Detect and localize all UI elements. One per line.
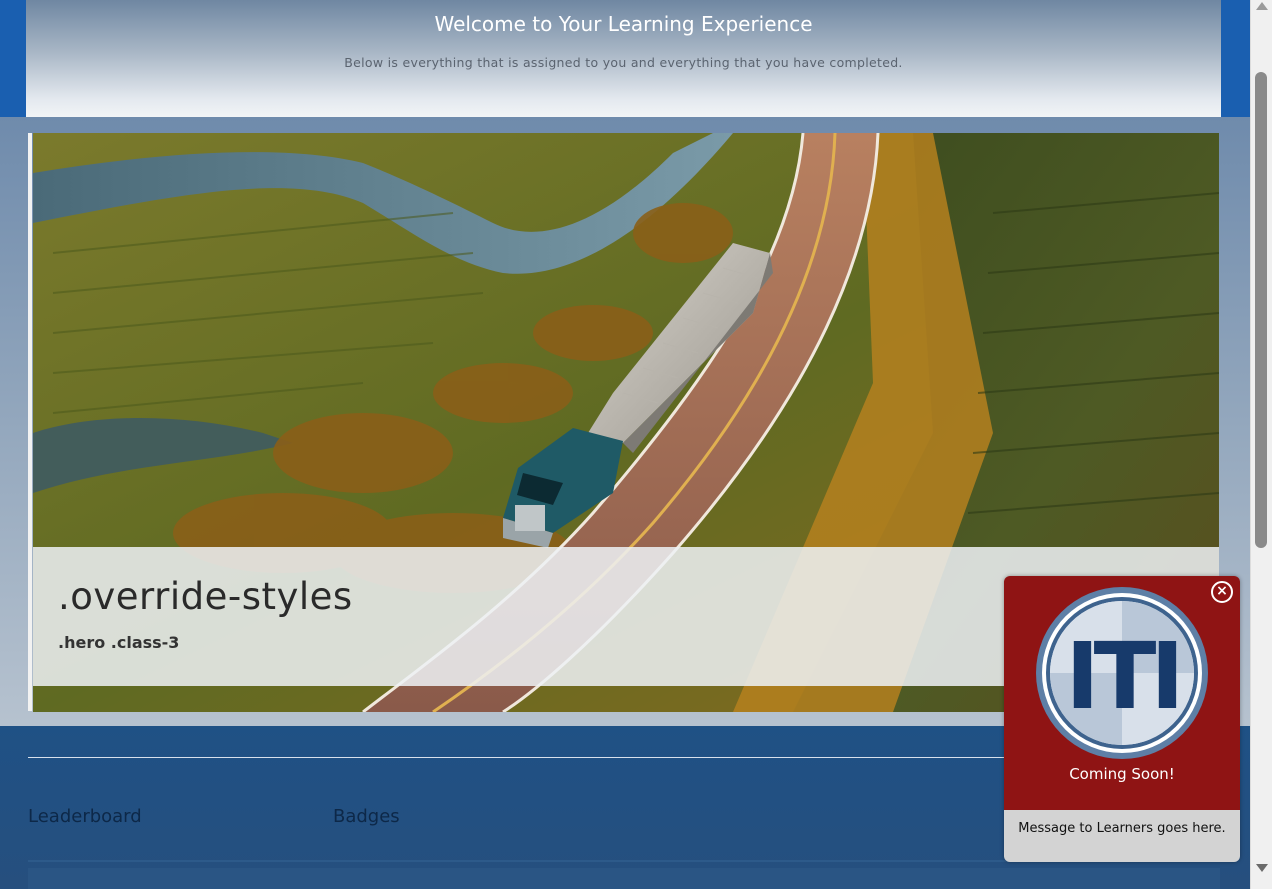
hero-title: .override-styles [58, 575, 353, 618]
popup-header: ITI × Coming Soon! [1004, 576, 1240, 810]
footer-strip-lower [28, 868, 1220, 889]
close-icon: × [1216, 583, 1228, 599]
iti-logo-text: ITI [1065, 623, 1178, 730]
announcement-popup: ITI × Coming Soon! Message to Learners g… [1004, 576, 1240, 862]
page-scrollbar[interactable] [1250, 0, 1272, 889]
iti-logo: ITI [1036, 587, 1208, 759]
popup-message: Message to Learners goes here. [1018, 821, 1226, 836]
tab-leaderboard[interactable]: Leaderboard [28, 806, 142, 827]
scroll-up-icon[interactable] [1256, 2, 1268, 10]
popup-heading: Coming Soon! [1069, 765, 1175, 783]
welcome-title: Welcome to Your Learning Experience [434, 12, 813, 36]
popup-message-box: Message to Learners goes here. [1004, 810, 1240, 862]
welcome-banner: Welcome to Your Learning Experience Belo… [26, 0, 1221, 117]
welcome-subtitle: Below is everything that is assigned to … [344, 55, 903, 70]
hero-left-border [28, 133, 32, 711]
page-right-edge [1221, 0, 1250, 118]
tab-badges[interactable]: Badges [333, 806, 400, 827]
hero-subtitle: .hero .class-3 [58, 633, 180, 652]
page-left-edge [0, 0, 26, 118]
popup-close-button[interactable]: × [1211, 581, 1233, 603]
scroll-down-icon[interactable] [1256, 864, 1268, 872]
scrollbar-thumb[interactable] [1255, 72, 1267, 548]
